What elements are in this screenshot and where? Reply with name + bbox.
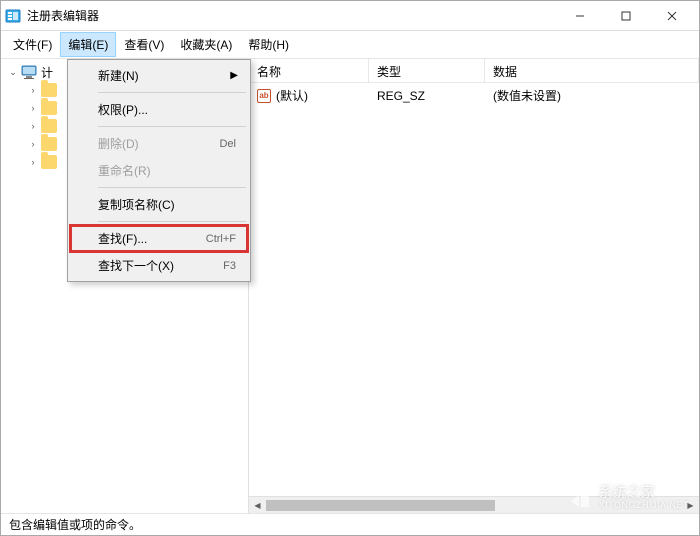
collapse-icon[interactable]: ⌄ [7,66,19,78]
menu-separator [98,126,246,127]
menu-permissions[interactable]: 权限(P)... [70,96,248,123]
folder-icon [41,119,57,133]
menu-find-shortcut: Ctrl+F [206,233,242,245]
folder-icon [41,101,57,115]
expand-icon[interactable]: › [27,138,39,150]
column-header-type[interactable]: 类型 [369,59,485,82]
column-header-data[interactable]: 数据 [485,59,699,82]
menu-view[interactable]: 查看(V) [116,32,172,57]
menu-permissions-label: 权限(P)... [98,101,242,118]
menu-find-next-shortcut: F3 [223,260,242,272]
expand-icon[interactable]: › [27,120,39,132]
edit-dropdown: 新建(N) ▶ 权限(P)... 删除(D) Del 重命名(R) 复制项名称(… [67,59,251,282]
menubar: 文件(F) 编辑(E) 查看(V) 收藏夹(A) 帮助(H) [1,31,699,59]
expand-icon[interactable]: › [27,102,39,114]
scroll-left-button[interactable]: ◀ [249,497,266,514]
expand-icon[interactable]: › [27,84,39,96]
maximize-button[interactable] [603,1,649,31]
folder-icon [41,155,57,169]
window-controls [557,1,695,31]
menu-delete: 删除(D) Del [70,130,248,157]
scroll-thumb[interactable] [266,500,495,511]
window-title: 注册表编辑器 [27,7,557,24]
folder-icon [41,137,57,151]
menu-delete-shortcut: Del [219,138,242,150]
titlebar: 注册表编辑器 [1,1,699,31]
submenu-arrow-icon: ▶ [230,70,242,81]
list-row[interactable]: ab (默认) REG_SZ (数值未设置) [249,83,699,108]
regedit-icon [5,8,21,24]
cell-data: (数值未设置) [485,85,699,106]
cell-type: REG_SZ [369,85,485,106]
menu-new[interactable]: 新建(N) ▶ [70,62,248,89]
expand-icon[interactable]: › [27,156,39,168]
column-header-name[interactable]: 名称 [249,59,369,82]
value-name: (默认) [276,87,308,104]
menu-new-label: 新建(N) [98,67,230,84]
menu-rename: 重命名(R) [70,157,248,184]
horizontal-scrollbar[interactable]: ◀ ▶ [249,496,699,513]
menu-separator [98,221,246,222]
tree-root-label: 计 [41,64,53,81]
menu-find-next[interactable]: 查找下一个(X) F3 [70,252,248,279]
scroll-track[interactable] [266,497,682,514]
list-body: ab (默认) REG_SZ (数值未设置) [249,83,699,496]
menu-edit[interactable]: 编辑(E) [60,32,116,57]
menu-find[interactable]: 查找(F)... Ctrl+F [70,225,248,252]
menu-favorites[interactable]: 收藏夹(A) [172,32,240,57]
menu-copy-key-name[interactable]: 复制项名称(C) [70,191,248,218]
list-pane: 名称 类型 数据 ab (默认) REG_SZ (数值未设置) ◀ ▶ [249,59,699,513]
statusbar: 包含编辑值或项的命令。 [1,513,699,535]
menu-rename-label: 重命名(R) [98,162,242,179]
scroll-right-button[interactable]: ▶ [682,497,699,514]
cell-name: ab (默认) [249,85,369,106]
menu-find-next-label: 查找下一个(X) [98,257,223,274]
close-button[interactable] [649,1,695,31]
menu-separator [98,187,246,188]
folder-icon [41,83,57,97]
computer-icon [21,65,37,79]
menu-find-label: 查找(F)... [98,230,206,247]
menu-file[interactable]: 文件(F) [5,32,60,57]
menu-delete-label: 删除(D) [98,135,219,152]
string-value-icon: ab [257,89,271,103]
menu-copy-key-label: 复制项名称(C) [98,196,242,213]
menu-separator [98,92,246,93]
minimize-button[interactable] [557,1,603,31]
list-header: 名称 类型 数据 [249,59,699,83]
menu-help[interactable]: 帮助(H) [240,32,297,57]
statusbar-text: 包含编辑值或项的命令。 [9,516,141,533]
